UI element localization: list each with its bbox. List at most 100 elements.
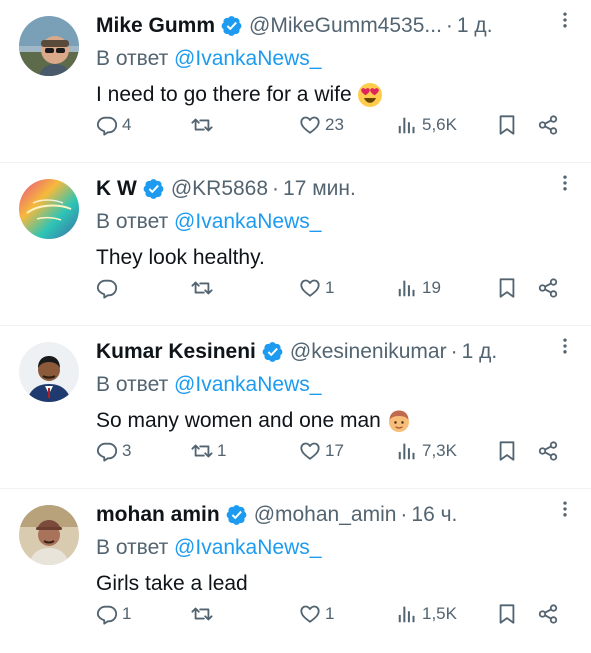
timestamp[interactable]: 16 ч.: [411, 503, 457, 527]
reply-mention-link[interactable]: @IvankaNews_: [174, 47, 321, 70]
share-icon: [537, 114, 559, 136]
views-button[interactable]: 1,5K: [396, 601, 457, 627]
tweet-text-content: They look healthy.: [96, 246, 265, 269]
views-button[interactable]: 5,6K: [396, 112, 457, 138]
tweet[interactable]: Kumar Kesineni @kesinenikumar · 1 д. В о…: [0, 326, 591, 489]
reply-count: 4: [122, 115, 132, 134]
username[interactable]: @mohan_amin: [254, 503, 397, 527]
timestamp[interactable]: 1 д.: [462, 340, 498, 364]
tweet[interactable]: Mike Gumm @MikeGumm4535... · 1 д. В отве…: [0, 0, 591, 163]
reply-count: 1: [122, 604, 132, 623]
reply-context: В ответ @IvankaNews_: [96, 533, 575, 563]
display-name[interactable]: Mike Gumm: [96, 14, 215, 38]
more-icon[interactable]: [553, 171, 577, 195]
action-bar: 4 23 5,6K: [96, 112, 566, 138]
reply-prefix: В ответ: [96, 536, 169, 559]
tweet-text: I need to go there for a wife: [96, 79, 575, 111]
username[interactable]: @KR5868: [171, 177, 268, 201]
views-icon: [396, 603, 418, 625]
tweet[interactable]: mohan amin @mohan_amin · 16 ч. В ответ @…: [0, 489, 591, 652]
bookmark-button[interactable]: [496, 601, 518, 627]
views-count: 5,6K: [422, 115, 457, 134]
reply-prefix: В ответ: [96, 373, 169, 396]
views-icon: [396, 440, 418, 462]
tweet-text-content: Girls take a lead: [96, 572, 248, 595]
timestamp[interactable]: 17 мин.: [283, 177, 356, 201]
bookmark-icon: [496, 114, 518, 136]
separator-dot: ·: [450, 340, 458, 363]
display-name[interactable]: K W: [96, 177, 137, 201]
more-icon[interactable]: [553, 334, 577, 358]
retweet-icon: [191, 114, 213, 136]
bookmark-icon: [496, 603, 518, 625]
username[interactable]: @MikeGumm4535...: [249, 14, 442, 38]
share-button[interactable]: [537, 112, 559, 138]
share-button[interactable]: [537, 275, 559, 301]
bookmark-button[interactable]: [496, 275, 518, 301]
like-button[interactable]: 23: [299, 112, 344, 138]
reply-icon: [96, 440, 118, 462]
heart-eyes-emoji-icon: [357, 82, 383, 108]
verified-badge-icon: [226, 504, 248, 526]
retweet-button[interactable]: [191, 601, 217, 627]
retweet-button[interactable]: [191, 112, 217, 138]
avatar[interactable]: [19, 342, 79, 402]
reply-icon: [96, 114, 118, 136]
reply-prefix: В ответ: [96, 210, 169, 233]
bookmark-button[interactable]: [496, 438, 518, 464]
share-button[interactable]: [537, 438, 559, 464]
username[interactable]: @kesinenikumar: [290, 340, 447, 364]
more-icon[interactable]: [553, 8, 577, 32]
retweet-button[interactable]: [191, 275, 217, 301]
man-face-emoji-icon: [386, 408, 412, 434]
like-button[interactable]: 1: [299, 601, 334, 627]
reply-mention-link[interactable]: @IvankaNews_: [174, 373, 321, 396]
reply-button[interactable]: 1: [96, 601, 131, 627]
reply-mention-link[interactable]: @IvankaNews_: [174, 210, 321, 233]
like-button[interactable]: 17: [299, 438, 344, 464]
share-button[interactable]: [537, 601, 559, 627]
tweet-text-content: I need to go there for a wife: [96, 83, 352, 106]
reply-mention-link[interactable]: @IvankaNews_: [174, 536, 321, 559]
reply-button[interactable]: 4: [96, 112, 131, 138]
reply-context: В ответ @IvankaNews_: [96, 44, 575, 74]
avatar[interactable]: [19, 179, 79, 239]
tweet-text: They look healthy.: [96, 242, 575, 274]
like-button[interactable]: 1: [299, 275, 334, 301]
action-bar: 1 19: [96, 275, 566, 301]
avatar[interactable]: [19, 16, 79, 76]
display-name[interactable]: Kumar Kesineni: [96, 340, 256, 364]
more-icon[interactable]: [553, 497, 577, 521]
reply-feed: Mike Gumm @MikeGumm4535... · 1 д. В отве…: [0, 0, 591, 652]
timestamp[interactable]: 1 д.: [457, 14, 493, 38]
reply-prefix: В ответ: [96, 47, 169, 70]
views-button[interactable]: 19: [396, 275, 441, 301]
reply-button[interactable]: [96, 275, 122, 301]
reply-button[interactable]: 3: [96, 438, 131, 464]
views-button[interactable]: 7,3K: [396, 438, 457, 464]
views-count: 7,3K: [422, 441, 457, 460]
display-name[interactable]: mohan amin: [96, 503, 220, 527]
like-count: 1: [325, 604, 335, 623]
views-icon: [396, 114, 418, 136]
tweet-text: So many women and one man: [96, 405, 575, 437]
separator-dot: ·: [445, 14, 453, 37]
verified-badge-icon: [221, 15, 243, 37]
tweet[interactable]: K W @KR5868 · 17 мин. В ответ @IvankaNew…: [0, 163, 591, 326]
share-icon: [537, 440, 559, 462]
retweet-button[interactable]: 1: [191, 438, 226, 464]
verified-badge-icon: [262, 341, 284, 363]
heart-icon: [299, 603, 321, 625]
like-count: 17: [325, 441, 344, 460]
tweet-text: Girls take a lead: [96, 568, 575, 600]
views-count: 19: [422, 278, 441, 297]
reply-context: В ответ @IvankaNews_: [96, 207, 575, 237]
tweet-text-content: So many women and one man: [96, 409, 381, 432]
bookmark-button[interactable]: [496, 112, 518, 138]
like-count: 23: [325, 115, 344, 134]
separator-dot: ·: [400, 503, 408, 526]
like-count: 1: [325, 278, 335, 297]
reply-count: 3: [122, 441, 132, 460]
heart-icon: [299, 440, 321, 462]
avatar[interactable]: [19, 505, 79, 565]
